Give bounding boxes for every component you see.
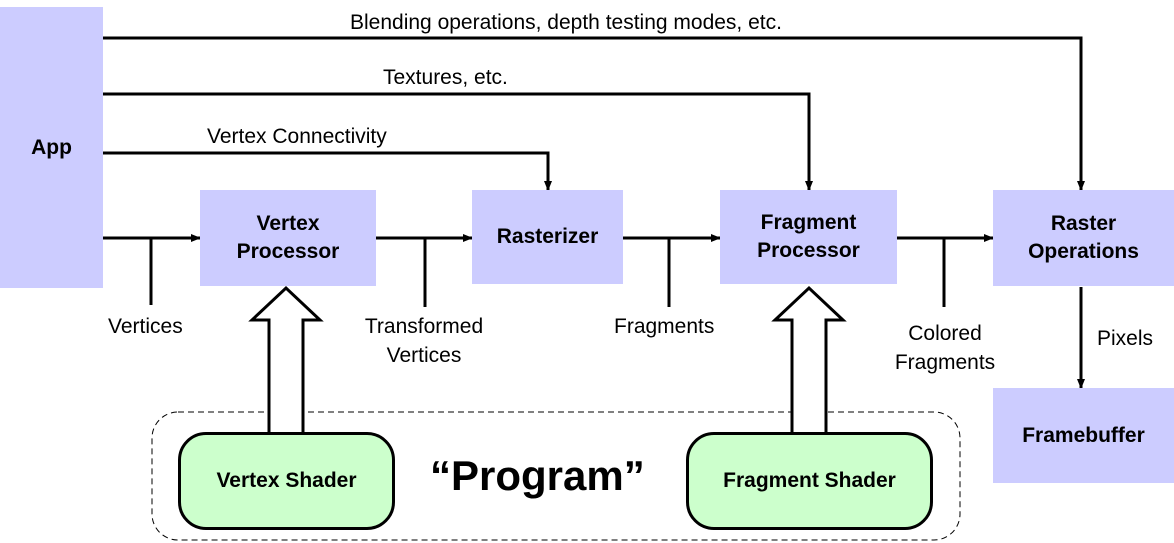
colored-fragments-line-2: Fragments [894, 351, 996, 374]
transformed-vertices-line-1: Transformed [364, 315, 484, 338]
fragment-processor-label-2: Processor [757, 239, 860, 262]
pixels-label: Pixels [1097, 327, 1154, 350]
raster-operations-label-2: Operations [1028, 240, 1139, 263]
app-node[interactable]: App [0, 7, 103, 288]
vertex-processor-node[interactable]: Vertex Processor [200, 190, 376, 286]
blending-label: Blending operations, depth testing modes… [350, 11, 782, 34]
fragment-processor-node[interactable]: Fragment Processor [720, 190, 897, 284]
fragment-shader-label: Fragment Shader [723, 469, 896, 492]
raster-operations-node[interactable]: Raster Operations [993, 190, 1174, 286]
edge-connectivity [103, 151, 552, 191]
raster-operations-label-1: Raster [1050, 212, 1117, 235]
transformed-vertices-line-2: Vertices [386, 344, 462, 367]
vertex-processor-label-2: Processor [236, 240, 340, 263]
colored-fragments-label: Colored Fragments [884, 319, 1006, 377]
fragments-label: Fragments [614, 315, 715, 338]
framebuffer-node[interactable]: Framebuffer [993, 388, 1174, 483]
fragment-shader-node[interactable]: Fragment Shader [686, 432, 933, 530]
rasterizer-label: Rasterizer [496, 225, 599, 248]
framebuffer-label: Framebuffer [1022, 423, 1145, 447]
vertices-label: Vertices [108, 315, 183, 338]
transformed-vertices-label: Transformed Vertices [356, 312, 492, 370]
connectivity-label: Vertex Connectivity [207, 125, 387, 148]
program-label: “Program” [430, 452, 645, 499]
vertex-processor-label-1: Vertex [256, 212, 320, 235]
colored-fragments-line-1: Colored [908, 322, 982, 345]
vertex-shader-arrow [248, 285, 324, 433]
textures-label: Textures, etc. [383, 66, 508, 89]
fragment-shader-arrow [771, 285, 847, 433]
app-label: App [31, 135, 72, 159]
edge-blending [103, 36, 1085, 191]
rasterizer-node[interactable]: Rasterizer [472, 190, 623, 284]
fragment-processor-label-1: Fragment [760, 211, 857, 234]
vertex-shader-label: Vertex Shader [216, 469, 357, 492]
vertex-shader-node[interactable]: Vertex Shader [178, 432, 395, 530]
